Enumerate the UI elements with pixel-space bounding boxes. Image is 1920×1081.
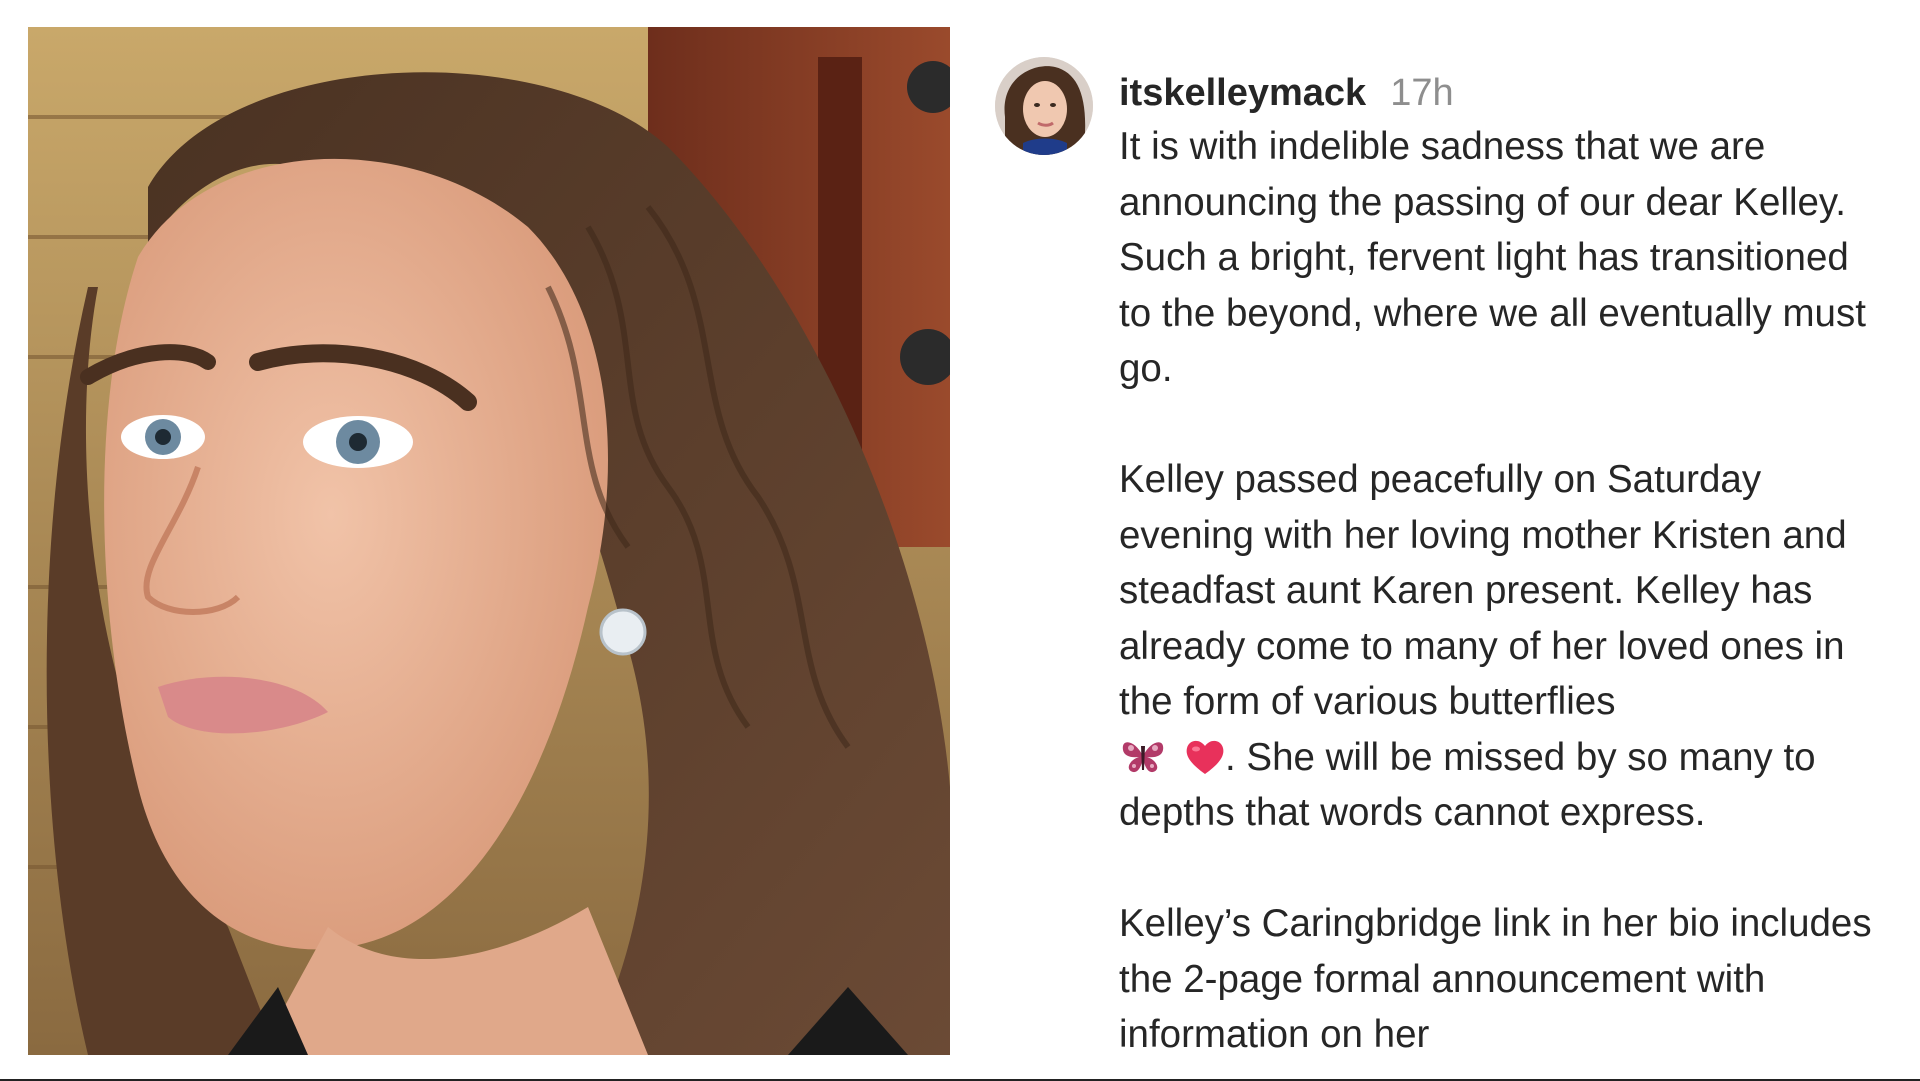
post-caption: It is with indelible sadness that we are… — [1119, 119, 1889, 1063]
caption-paragraph-3: Kelley’s Caringbridge link in her bio in… — [1119, 902, 1872, 1056]
username-link[interactable]: itskelleymack — [1119, 67, 1366, 119]
caption-paragraph-2: Kelley passed peacefully on Saturday eve… — [1119, 452, 1889, 841]
post-header: itskelleymack 17h — [1119, 55, 1889, 119]
avatar[interactable] — [995, 57, 1093, 155]
post-timestamp[interactable]: 17h — [1390, 67, 1453, 119]
portrait-image — [28, 27, 950, 1055]
post-content: itskelleymack 17h It is with indelible s… — [1119, 55, 1889, 1063]
post-photo[interactable] — [28, 27, 950, 1055]
profile-picture — [995, 57, 1093, 155]
red-heart-emoji-icon — [1185, 738, 1225, 776]
caption-paragraph-2-text: Kelley passed peacefully on Saturday eve… — [1119, 458, 1847, 723]
butterfly-emoji-icon — [1119, 736, 1167, 776]
caption-paragraph-1: It is with indelible sadness that we are… — [1119, 125, 1866, 390]
